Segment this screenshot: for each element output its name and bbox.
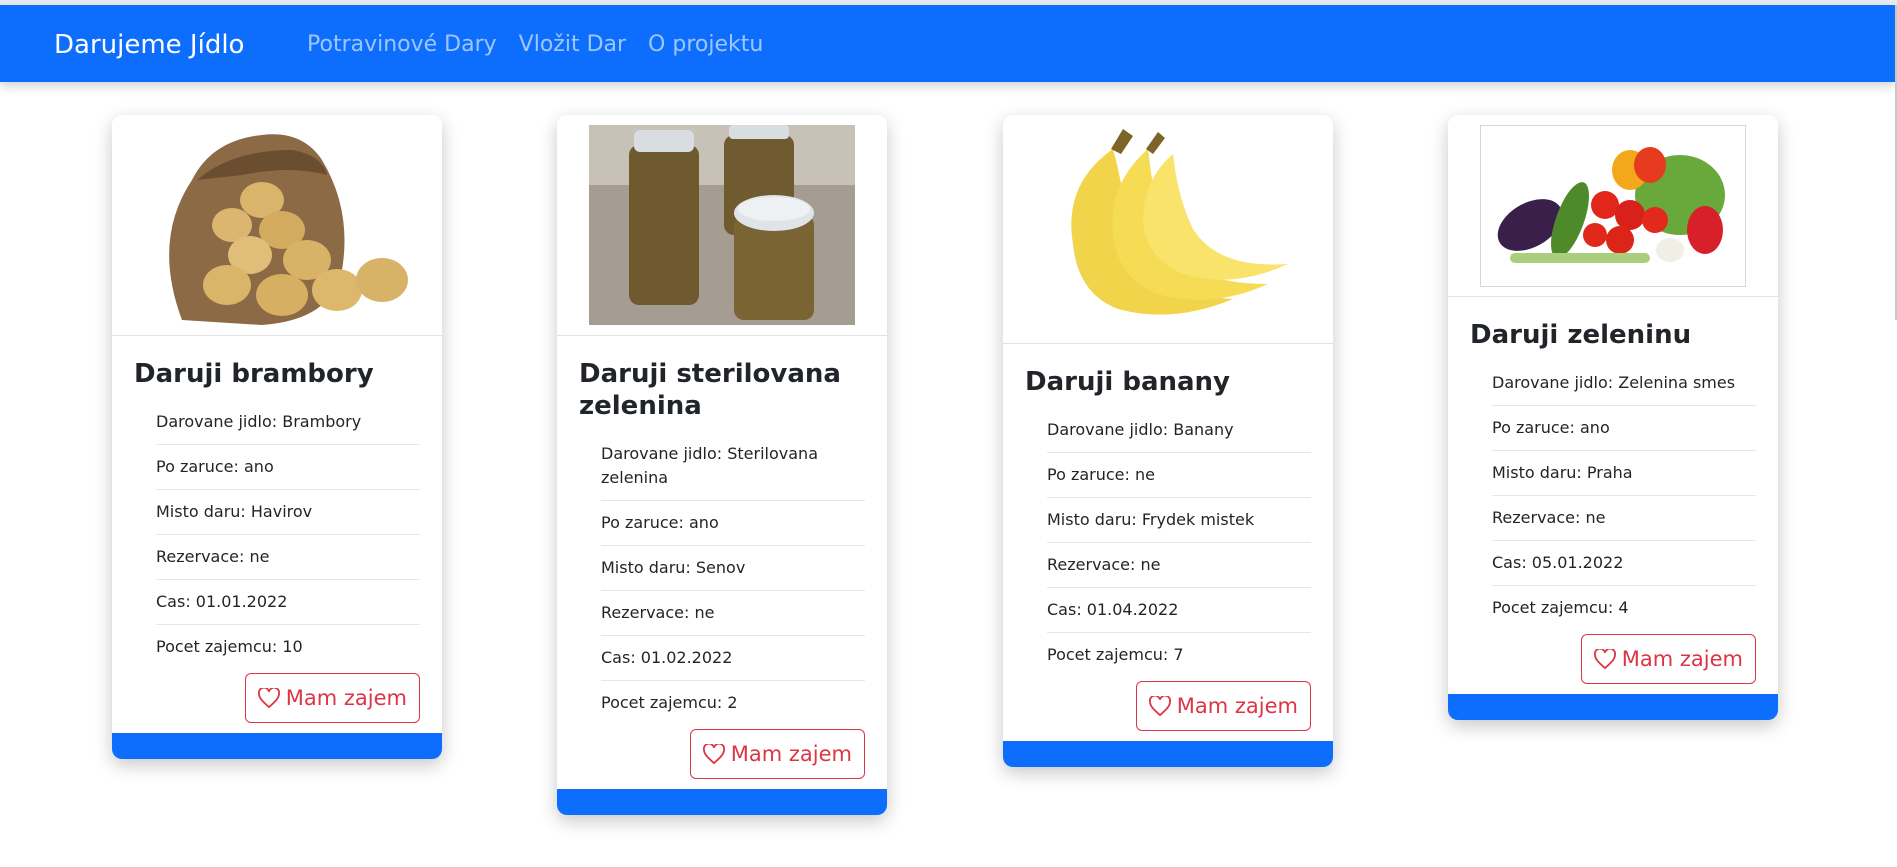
vegetables-image [1480,124,1746,287]
interest-button[interactable]: Mam zajem [1135,681,1311,731]
brand-logo-text[interactable]: Darujeme Jídlo [54,30,244,60]
detail-reservation: Rezervace: ne [1492,496,1756,541]
detail-expiry: Po zaruce: ano [156,445,420,490]
donation-card: Daruji brambory Darovane jidlo: Brambory… [112,115,442,759]
card-title: Daruji brambory [134,359,374,389]
detail-location: Misto daru: Havirov [156,490,420,535]
card-details-list: Darovane jidlo: Sterilovana zelenina Po … [579,432,865,725]
heart-icon [702,744,725,764]
card-footer [1003,741,1333,767]
jars-image [589,125,855,325]
detail-expiry: Po zaruce: ano [601,501,865,546]
interest-button[interactable]: Mam zajem [689,729,865,779]
donation-card: Daruji sterilovana zelenina Darovane jid… [557,115,887,815]
heart-icon [1148,696,1171,716]
card-title: Daruji zeleninu [1470,320,1692,350]
card-details-list: Darovane jidlo: Brambory Po zaruce: ano … [134,400,420,669]
donation-card: Daruji zeleninu Darovane jidlo: Zelenina… [1448,115,1778,720]
detail-expiry: Po zaruce: ano [1492,406,1756,451]
card-footer [1448,694,1778,720]
potatoes-image [169,134,408,325]
detail-food: Darovane jidlo: Zelenina smes [1492,361,1756,406]
interest-button-label: Mam zajem [1176,694,1298,718]
detail-reservation: Rezervace: ne [1047,543,1311,588]
detail-reservation: Rezervace: ne [156,535,420,580]
detail-food: Darovane jidlo: Banany [1047,408,1311,453]
bananas-image [1071,129,1288,315]
detail-date: Cas: 01.02.2022 [601,636,865,681]
card-image [1003,115,1333,344]
navbar: Darujeme Jídlo Potravinové Dary Vložit D… [0,5,1895,82]
card-image [557,115,887,336]
card-image [1448,115,1778,297]
nav-links: Potravinové Dary Vložit Dar O projektu [307,32,763,57]
card-details-list: Darovane jidlo: Zelenina smes Po zaruce:… [1470,361,1756,630]
heart-icon [1593,649,1616,669]
detail-food: Darovane jidlo: Sterilovana zelenina [601,432,865,501]
nav-link-vlozit-dar[interactable]: Vložit Dar [519,32,626,57]
nav-link-o-projektu[interactable]: O projektu [648,32,763,57]
heart-icon [257,688,280,708]
detail-expiry: Po zaruce: ne [1047,453,1311,498]
detail-location: Misto daru: Frydek mistek [1047,498,1311,543]
card-details-list: Darovane jidlo: Banany Po zaruce: ne Mis… [1025,408,1311,677]
interest-button-label: Mam zajem [730,742,852,766]
interest-button-label: Mam zajem [1621,647,1743,671]
detail-location: Misto daru: Praha [1492,451,1756,496]
interest-button-label: Mam zajem [285,686,407,710]
donation-card: Daruji banany Darovane jidlo: Banany Po … [1003,115,1333,767]
detail-interested-count: Pocet zajemcu: 4 [1492,598,1629,617]
card-footer [557,789,887,815]
detail-interested-count: Pocet zajemcu: 7 [1047,645,1184,664]
nav-link-potravinove-dary[interactable]: Potravinové Dary [307,32,497,57]
card-image [112,115,442,336]
card-footer [112,733,442,759]
card-title: Daruji sterilovana zelenina [579,359,841,421]
detail-date: Cas: 05.01.2022 [1492,541,1756,586]
detail-interested-count: Pocet zajemcu: 10 [156,637,303,656]
detail-reservation: Rezervace: ne [601,591,865,636]
detail-date: Cas: 01.04.2022 [1047,588,1311,633]
detail-interested-count: Pocet zajemcu: 2 [601,693,738,712]
detail-date: Cas: 01.01.2022 [156,580,420,625]
detail-location: Misto daru: Senov [601,546,865,591]
interest-button[interactable]: Mam zajem [244,673,420,723]
detail-food: Darovane jidlo: Brambory [156,400,420,445]
interest-button[interactable]: Mam zajem [1580,634,1756,684]
card-title: Daruji banany [1025,367,1231,397]
